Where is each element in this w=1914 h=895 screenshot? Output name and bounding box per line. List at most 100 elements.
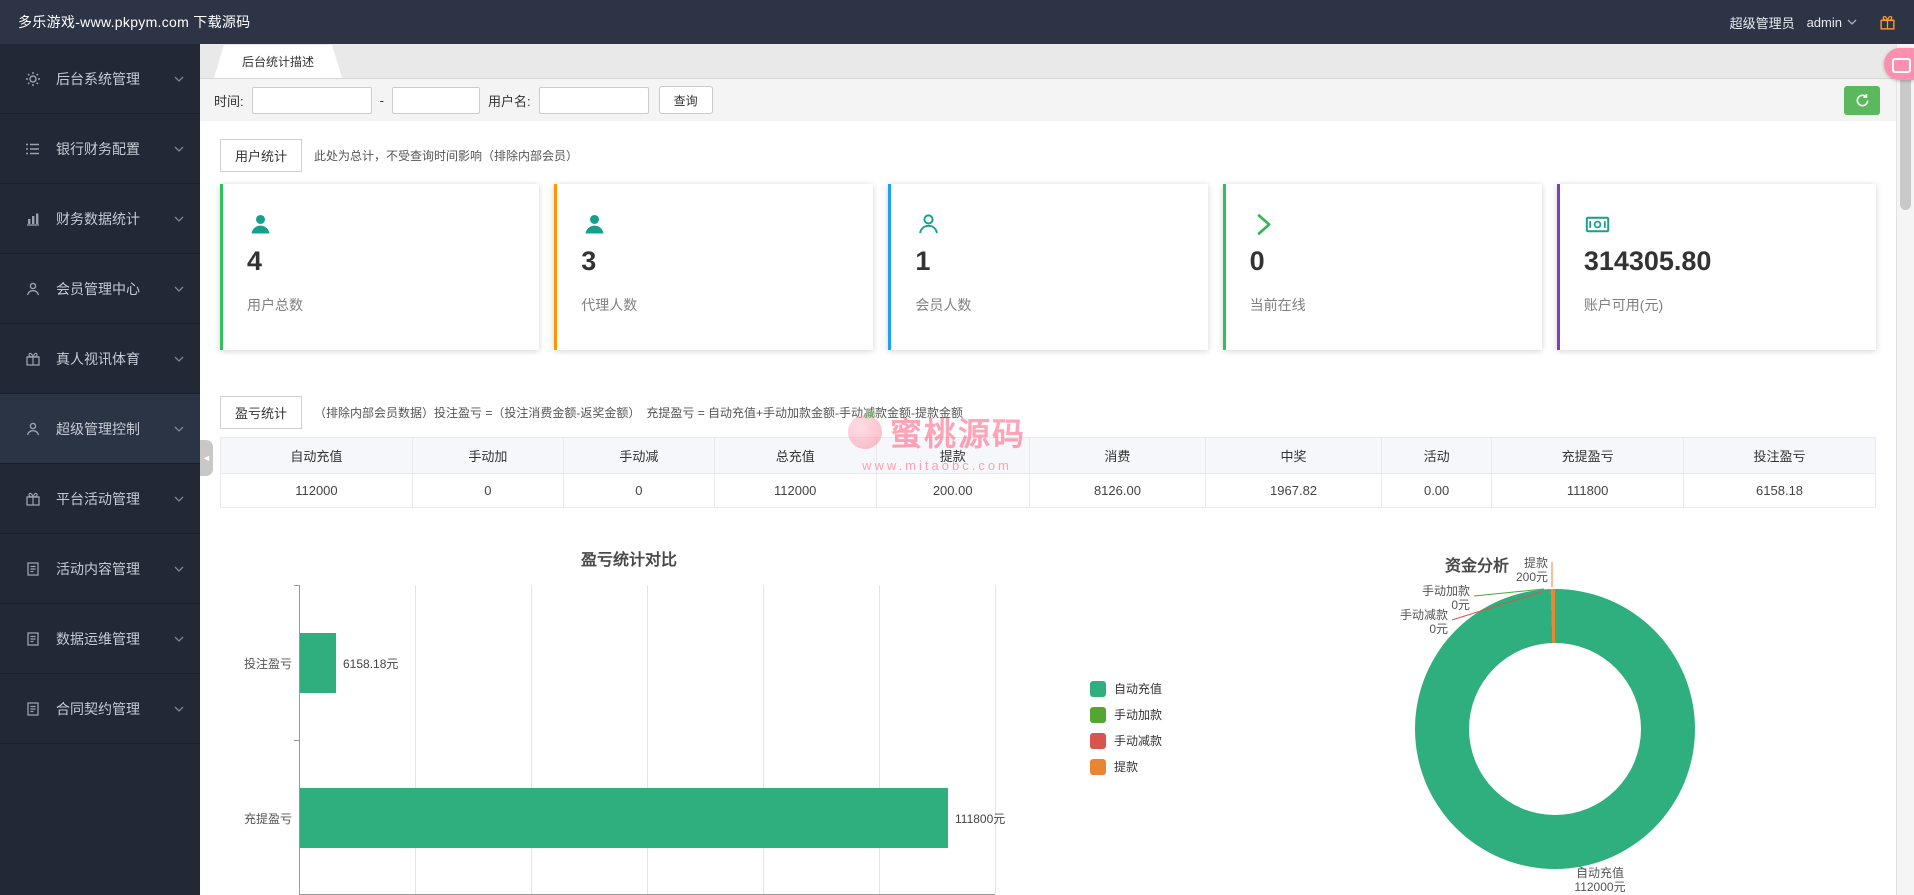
sidebar-item-5[interactable]: 超级管理控制 xyxy=(0,394,200,464)
table-cell: 112000 xyxy=(714,474,876,508)
chevron-down-icon xyxy=(174,356,184,362)
profit-stats-note: （排除内部会员数据）投注盈亏 =（投注消费金额-返奖金额） 充提盈亏 = 自动充… xyxy=(314,404,963,421)
chevron-down-icon xyxy=(174,426,184,432)
username-input[interactable] xyxy=(539,87,649,114)
callout-name: 手动减款 xyxy=(1344,608,1448,622)
gear-icon xyxy=(24,70,42,88)
column-header: 消费 xyxy=(1029,438,1205,474)
y-category-label: 投注盈亏 xyxy=(220,655,292,672)
scrollbar[interactable] xyxy=(1896,44,1914,895)
legend-swatch xyxy=(1090,707,1106,723)
table-cell: 6158.18 xyxy=(1684,474,1876,508)
column-header: 充提盈亏 xyxy=(1492,438,1684,474)
chevron-down-icon xyxy=(174,146,184,152)
search-button[interactable]: 查询 xyxy=(659,86,713,114)
filter-bar: 时间: - 用户名: 查询 xyxy=(200,79,1896,121)
chart-legend: 自动充值手动加款手动减款提款 xyxy=(1090,680,1162,775)
column-header: 投注盈亏 xyxy=(1684,438,1876,474)
service-widget[interactable] xyxy=(1884,48,1914,80)
legend-item-1[interactable]: 手动加款 xyxy=(1090,706,1162,723)
column-header: 总充值 xyxy=(714,438,876,474)
chevron-down-icon xyxy=(174,566,184,572)
sidebar-item-6[interactable]: 平台活动管理 xyxy=(0,464,200,534)
y-category-label: 充提盈亏 xyxy=(220,810,292,827)
user-icon xyxy=(24,420,42,438)
sidebar-item-label: 财务数据统计 xyxy=(56,209,174,229)
stat-value: 4 xyxy=(247,246,539,277)
gift-icon[interactable] xyxy=(1879,14,1896,31)
legend-swatch xyxy=(1090,733,1106,749)
legend-item-3[interactable]: 提款 xyxy=(1090,758,1162,775)
sidebar-item-0[interactable]: 后台系统管理 xyxy=(0,44,200,114)
pie-callout-3: 提款200元 xyxy=(1472,556,1548,585)
user-menu[interactable]: admin xyxy=(1807,15,1857,30)
legend-swatch xyxy=(1090,759,1106,775)
chevron-down-icon xyxy=(174,706,184,712)
legend-swatch xyxy=(1090,681,1106,697)
refresh-button[interactable] xyxy=(1844,86,1880,115)
bar-chart-title: 盈亏统计对比 xyxy=(479,546,779,570)
topbar: 多乐游戏-www.pkpym.com 下载源码 超级管理员 admin xyxy=(0,0,1914,44)
chevron-down-icon xyxy=(174,636,184,642)
content-panel: 用户统计 此处为总计，不受查询时间影响（排除内部会员） 4用户总数3代理人数1会… xyxy=(200,121,1896,895)
sidebar-item-8[interactable]: 数据运维管理 xyxy=(0,604,200,674)
time-separator: - xyxy=(380,93,384,108)
sidebar-item-label: 后台系统管理 xyxy=(56,69,174,89)
sidebar-item-7[interactable]: 活动内容管理 xyxy=(0,534,200,604)
money-icon xyxy=(1584,210,1876,238)
sidebar-item-label: 会员管理中心 xyxy=(56,279,174,299)
sidebar-item-9[interactable]: 合同契约管理 xyxy=(0,674,200,744)
sidebar-item-label: 真人视讯体育 xyxy=(56,349,174,369)
pie-callout-2: 手动减款0元 xyxy=(1344,608,1448,637)
bar-0[interactable] xyxy=(300,633,336,693)
tab-statistics[interactable]: 后台统计描述 xyxy=(214,45,342,78)
user-stats-title: 用户统计 xyxy=(220,139,302,172)
stat-value: 3 xyxy=(581,246,873,277)
topbar-right: 超级管理员 admin xyxy=(1730,13,1896,32)
user-stats-header: 用户统计 此处为总计，不受查询时间影响（排除内部会员） xyxy=(220,139,1876,172)
chevron-right-icon xyxy=(1250,210,1542,238)
bar-value-label: 111800元 xyxy=(955,810,1005,827)
callout-name: 自动充值 xyxy=(1550,866,1650,880)
callout-value: 112000元 xyxy=(1550,880,1650,894)
sidebar-item-label: 平台活动管理 xyxy=(56,489,174,509)
charts-area: 盈亏统计对比 自动充值手动加款手动减款提款 资金分析 自动充值112000元手动… xyxy=(220,520,1876,895)
sidebar-item-3[interactable]: 会员管理中心 xyxy=(0,254,200,324)
legend-label: 手动加款 xyxy=(1114,706,1162,723)
time-start-input[interactable] xyxy=(252,87,372,114)
user-outline-icon xyxy=(915,210,1207,238)
sidebar-item-4[interactable]: 真人视讯体育 xyxy=(0,324,200,394)
legend-item-0[interactable]: 自动充值 xyxy=(1090,680,1162,697)
donut-chart[interactable] xyxy=(1415,589,1695,869)
app-root: 多乐游戏-www.pkpym.com 下载源码 超级管理员 admin 后台系统… xyxy=(0,0,1914,895)
column-header: 中奖 xyxy=(1205,438,1381,474)
stat-card-3: 0当前在线 xyxy=(1223,184,1542,350)
bar-chart-plot xyxy=(299,585,995,895)
stat-label: 会员人数 xyxy=(915,295,1207,315)
sidebar-item-1[interactable]: 银行财务配置 xyxy=(0,114,200,184)
sidebar-item-label: 超级管理控制 xyxy=(56,419,174,439)
stat-card-2: 1会员人数 xyxy=(888,184,1207,350)
doc-icon xyxy=(24,560,42,578)
site-title: 多乐游戏-www.pkpym.com 下载源码 xyxy=(18,12,250,32)
table-cell: 1967.82 xyxy=(1205,474,1381,508)
sidebar-collapse-handle[interactable]: ◄ xyxy=(200,440,213,476)
role-label: 超级管理员 xyxy=(1730,13,1795,32)
chevron-down-icon xyxy=(174,286,184,292)
sidebar-item-label: 数据运维管理 xyxy=(56,629,174,649)
bar-1[interactable] xyxy=(300,788,948,848)
callout-name: 手动加款 xyxy=(1366,584,1470,598)
user-stats-note: 此处为总计，不受查询时间影响（排除内部会员） xyxy=(314,147,578,164)
bar-value-label: 6158.18元 xyxy=(343,655,398,672)
sidebar-item-label: 合同契约管理 xyxy=(56,699,174,719)
doc-icon xyxy=(24,700,42,718)
profit-stats-header: 盈亏统计 （排除内部会员数据）投注盈亏 =（投注消费金额-返奖金额） 充提盈亏 … xyxy=(220,396,1876,429)
legend-item-2[interactable]: 手动减款 xyxy=(1090,732,1162,749)
gridline xyxy=(531,585,532,894)
user-solid-icon xyxy=(581,210,873,238)
stat-value: 314305.80 xyxy=(1584,246,1876,277)
callout-name: 提款 xyxy=(1472,556,1548,570)
column-header: 手动减 xyxy=(563,438,714,474)
sidebar-item-2[interactable]: 财务数据统计 xyxy=(0,184,200,254)
time-end-input[interactable] xyxy=(392,87,480,114)
